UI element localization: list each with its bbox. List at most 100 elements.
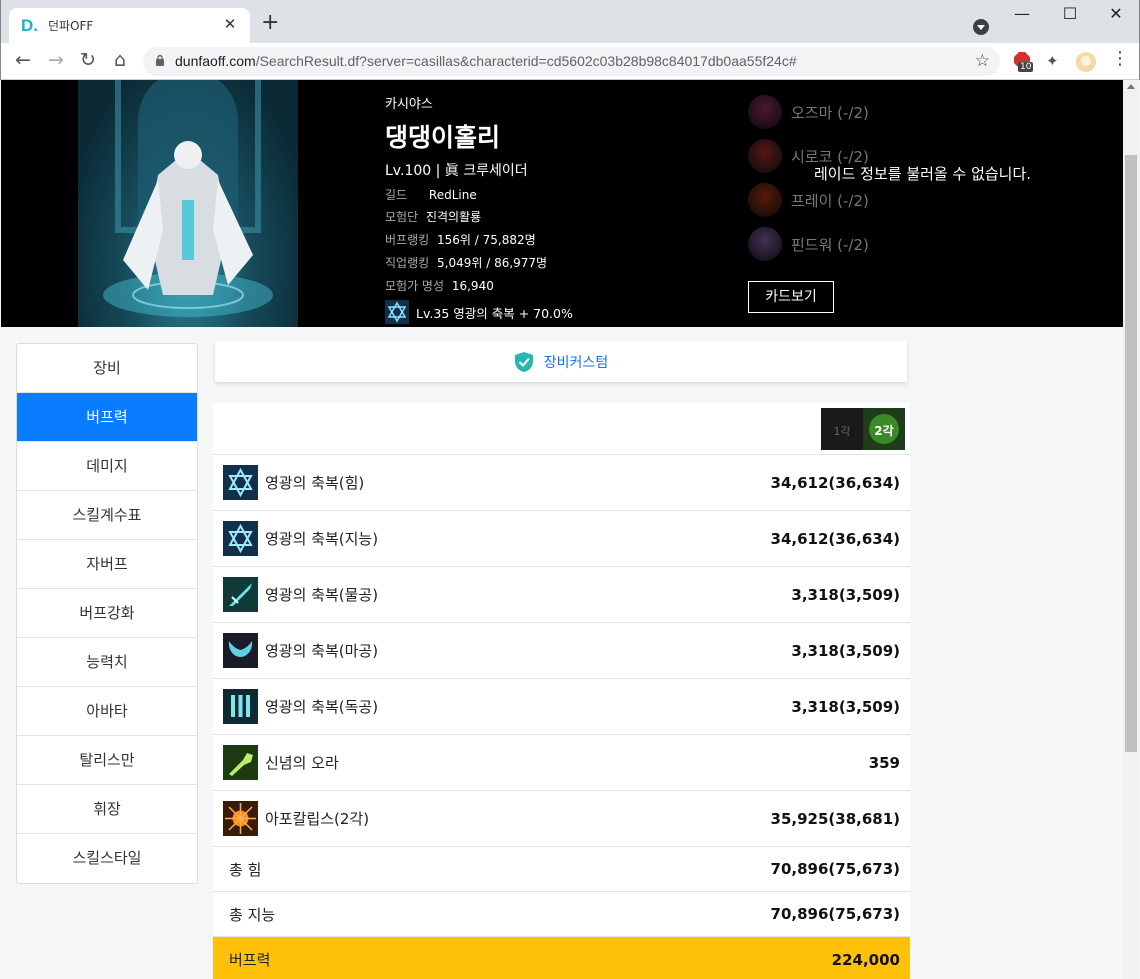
job-rank-value: 5,049위 / 86,977명 xyxy=(437,256,548,270)
bookmark-star-icon[interactable]: ☆ xyxy=(975,51,990,71)
side-navigation: 장비 버프력 데미지 스킬계수표 자버프 버프강화 능력치 아바타 탈리스만 휘장 스킬스타일 xyxy=(16,343,198,884)
buff-rank-value: 156위 / 75,882명 xyxy=(437,233,536,247)
table-row: 영광의 축복(마공) 3,318(3,509) xyxy=(213,623,910,679)
level-class: Lv.100 | 眞 크루세이더 xyxy=(385,163,528,179)
star-of-david-icon xyxy=(223,521,258,556)
url-text: dunfaoff.com/SearchResult.df?server=casi… xyxy=(175,53,797,69)
nav-item[interactable]: 자버프 xyxy=(17,540,197,589)
browser-tab[interactable]: D. 던파OFF ✕ xyxy=(9,8,250,43)
page-scrollbar[interactable] xyxy=(1123,80,1139,979)
table-header: 1각 2각 xyxy=(213,403,910,455)
nav-item[interactable]: 능력치 xyxy=(17,638,197,687)
raid-item: 프레이 (-/2) xyxy=(748,182,869,218)
character-portrait xyxy=(78,80,298,327)
adventure-row: 모험단 진격의활룡 xyxy=(385,208,481,225)
burst-icon xyxy=(223,801,258,836)
pillars-icon xyxy=(223,689,258,724)
skill-value: 359 xyxy=(868,753,900,772)
raid-name: 프레이 (-/2) xyxy=(791,191,869,210)
job-rank-row: 직업랭킹 5,049위 / 86,977명 xyxy=(385,254,547,271)
tab-search-icon[interactable] xyxy=(973,19,989,35)
address-bar[interactable]: dunfaoff.com/SearchResult.df?server=casi… xyxy=(143,47,1000,76)
skill-value: 3,318(3,509) xyxy=(791,585,900,604)
tab-strip: D. 던파OFF ✕ + — ☐ ✕ xyxy=(1,0,1139,43)
raid-item: 핀드워 (-/2) xyxy=(748,226,869,262)
skill-value: 3,318(3,509) xyxy=(791,697,900,716)
main-buff-skill: Lv.35 영광의 축복 + 70.0% xyxy=(385,300,573,324)
raid-item: 오즈마 (-/2) xyxy=(748,94,869,130)
back-icon[interactable]: ← xyxy=(12,49,34,71)
nav-item[interactable]: 스킬계수표 xyxy=(17,491,197,540)
equipment-custom-button[interactable]: 장비커스텀 xyxy=(215,341,907,382)
adventure-value: 진격의활룡 xyxy=(425,210,482,224)
awakening-icons: 1각 2각 xyxy=(821,408,905,450)
page-content: 카시야스 댕댕이홀리 Lv.100 | 眞 크루세이더 길드 RedLine 모… xyxy=(1,80,1123,979)
window-close-icon[interactable]: ✕ xyxy=(1093,4,1139,23)
minimize-icon[interactable]: — xyxy=(999,4,1045,23)
reload-icon[interactable]: ↻ xyxy=(77,49,99,71)
nav-item[interactable]: 데미지 xyxy=(17,442,197,491)
nav-item[interactable]: 버프력 xyxy=(17,393,197,442)
url-host: dunfaoff.com xyxy=(175,53,256,69)
skill-name: 영광의 축복(힘) xyxy=(265,474,365,492)
buff-rows: 영광의 축복(힘) 34,612(36,634) 영광의 축복(지능) 34,612(… xyxy=(213,455,910,979)
scroll-thumb[interactable] xyxy=(1125,155,1137,752)
skill-name: 신념의 오라 xyxy=(265,754,339,772)
browser-toolbar: ← → ↻ ⌂ dunfaoff.com/SearchResult.df?ser… xyxy=(1,43,1139,80)
site-favicon-icon: D. xyxy=(21,16,38,35)
kebab-menu-icon[interactable]: ⋮ xyxy=(1111,48,1129,69)
character-name: 댕댕이홀리 xyxy=(385,123,501,152)
maximize-icon[interactable]: ☐ xyxy=(1047,4,1093,23)
new-tab-icon[interactable]: + xyxy=(261,12,279,34)
tab-close-icon[interactable]: ✕ xyxy=(220,15,240,33)
nav-item[interactable]: 탈리스만 xyxy=(17,736,197,785)
raid-name: 핀드워 (-/2) xyxy=(791,235,869,254)
skill-name: 아포칼립스(2각) xyxy=(265,810,370,828)
puzzle-icon[interactable]: ✦ xyxy=(1046,52,1059,70)
table-row: 영광의 축복(힘) 34,612(36,634) xyxy=(213,455,910,511)
url-path: /SearchResult.df?server=casillas&charact… xyxy=(255,53,797,69)
nav-item[interactable]: 장비 xyxy=(17,344,197,393)
extension-badge: 10 xyxy=(1018,62,1034,72)
first-awakening-icon[interactable]: 1각 xyxy=(821,408,863,450)
fame-row: 모험가 명성 16,940 xyxy=(385,277,494,294)
skill-value: 34,612(36,634) xyxy=(770,529,900,548)
scroll-up-icon[interactable] xyxy=(1127,84,1135,89)
second-awakening-icon[interactable]: 2각 xyxy=(863,408,905,450)
buff-power-label: 버프력 xyxy=(229,951,271,969)
table-row: 영광의 축복(물공) 3,318(3,509) xyxy=(213,567,910,623)
nav-item[interactable]: 휘장 xyxy=(17,785,197,834)
fist-icon xyxy=(223,745,258,780)
raid-boss-avatar xyxy=(748,139,782,173)
avatar-icon xyxy=(1076,52,1096,72)
adventure-label: 모험단 xyxy=(385,210,419,224)
raid-boss-avatar xyxy=(748,227,782,261)
total-value: 70,896(75,673) xyxy=(770,860,900,878)
skill-value: 34,612(36,634) xyxy=(770,473,900,492)
fame-label: 모험가 명성 xyxy=(385,279,445,293)
total-row: 총 지능 70,896(75,673) xyxy=(213,892,910,937)
buff-rank-row: 버프랭킹 156위 / 75,882명 xyxy=(385,231,536,248)
raid-name: 오즈마 (-/2) xyxy=(791,103,869,122)
forward-icon[interactable]: → xyxy=(45,49,67,71)
nav-item[interactable]: 버프강화 xyxy=(17,589,197,638)
nav-item[interactable]: 아바타 xyxy=(17,687,197,736)
card-view-button[interactable]: 카드보기 xyxy=(748,281,834,313)
skill-name: 영광의 축복(마공) xyxy=(265,642,379,660)
nav-item[interactable]: 스킬스타일 xyxy=(17,834,197,883)
home-icon[interactable]: ⌂ xyxy=(109,49,131,71)
character-header: 카시야스 댕댕이홀리 Lv.100 | 眞 크루세이더 길드 RedLine 모… xyxy=(1,80,1123,327)
table-row: 아포칼립스(2각) 35,925(38,681) xyxy=(213,791,910,847)
profile-avatar[interactable] xyxy=(1076,52,1096,76)
tab-title: 던파OFF xyxy=(48,19,94,33)
total-name: 총 지능 xyxy=(229,905,276,924)
buff-power-value: 224,000 xyxy=(831,950,900,969)
guild-row: 길드 RedLine xyxy=(385,186,477,203)
equipment-custom-label: 장비커스텀 xyxy=(543,354,609,371)
star-of-david-icon xyxy=(385,300,409,324)
total-row: 총 힘 70,896(75,673) xyxy=(213,847,910,892)
table-row: 영광의 축복(지능) 34,612(36,634) xyxy=(213,511,910,567)
raid-error-message: 레이드 정보를 불러올 수 없습니다. xyxy=(814,165,1032,183)
guild-label: 길드 xyxy=(385,188,408,202)
raid-boss-avatar xyxy=(748,183,782,217)
